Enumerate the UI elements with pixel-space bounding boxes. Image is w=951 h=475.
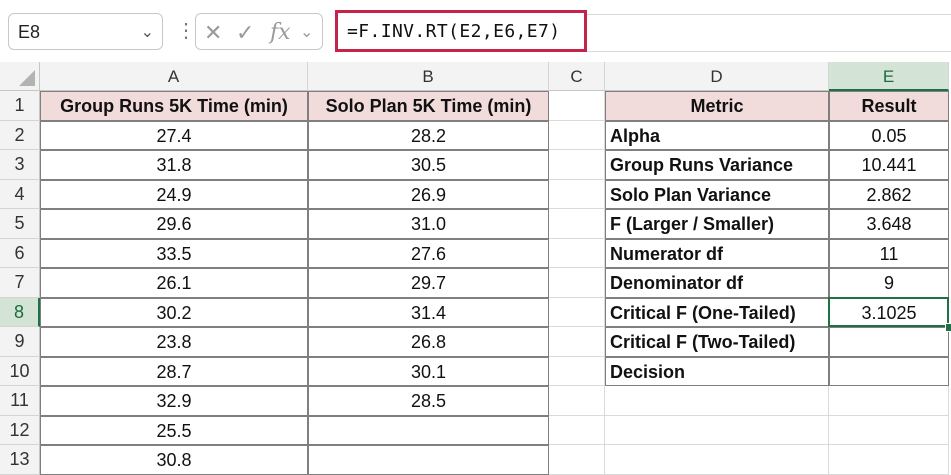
- row-header-7[interactable]: 7: [0, 268, 40, 298]
- formula-controls: ✕ ✓ fx ⌄: [195, 13, 323, 50]
- cell-metric[interactable]: Decision: [605, 356, 829, 386]
- cell-group-runs[interactable]: 30.8: [40, 445, 308, 475]
- row-header-10[interactable]: 10: [0, 356, 40, 386]
- cell-empty[interactable]: [549, 209, 605, 239]
- row-header-13[interactable]: 13: [0, 445, 40, 475]
- cell-empty[interactable]: [829, 415, 949, 445]
- row-header-6[interactable]: 6: [0, 238, 40, 268]
- cell-empty[interactable]: [549, 297, 605, 327]
- cell-solo-plan[interactable]: 26.8: [308, 327, 549, 357]
- formula-text: =F.INV.RT(E2,E6,E7): [347, 21, 561, 42]
- row-header-11[interactable]: 11: [0, 386, 40, 416]
- cell-empty[interactable]: [549, 445, 605, 475]
- cell-metric[interactable]: Numerator df: [605, 238, 829, 268]
- cell-empty[interactable]: [549, 120, 605, 150]
- formula-input-extension[interactable]: [587, 14, 951, 52]
- cell-empty[interactable]: [605, 386, 829, 416]
- cell-solo-plan[interactable]: [308, 415, 549, 445]
- row-header-4[interactable]: 4: [0, 179, 40, 209]
- cell-empty[interactable]: [605, 445, 829, 475]
- insert-function-icon[interactable]: fx: [270, 20, 291, 45]
- cell-result[interactable]: 11: [829, 238, 949, 268]
- cell-metric[interactable]: Denominator df: [605, 268, 829, 298]
- cell-solo-plan[interactable]: 26.9: [308, 179, 549, 209]
- cell-group-runs[interactable]: 26.1: [40, 268, 308, 298]
- cell-metric[interactable]: F (Larger / Smaller): [605, 209, 829, 239]
- chevron-down-icon[interactable]: ⌄: [141, 22, 154, 42]
- name-box[interactable]: E8 ⌄: [8, 13, 163, 50]
- cell-group-runs[interactable]: 27.4: [40, 120, 308, 150]
- cell-result[interactable]: 3.648: [829, 209, 949, 239]
- column-header-c[interactable]: C: [549, 62, 605, 91]
- cell-metric[interactable]: Critical F (Two-Tailed): [605, 327, 829, 357]
- cell-solo-plan[interactable]: [308, 445, 549, 475]
- more-options-icon[interactable]: ⋮: [176, 17, 196, 45]
- header-metric[interactable]: Metric: [605, 91, 829, 121]
- cell-result[interactable]: [829, 327, 949, 357]
- active-cell-selection[interactable]: [828, 296, 949, 327]
- header-result[interactable]: Result: [829, 91, 949, 121]
- fill-handle[interactable]: [945, 323, 951, 332]
- cell-empty[interactable]: [549, 327, 605, 357]
- cell-solo-plan[interactable]: 28.2: [308, 120, 549, 150]
- cell-solo-plan[interactable]: 31.0: [308, 209, 549, 239]
- name-box-value: E8: [18, 22, 41, 42]
- cell-empty[interactable]: [829, 445, 949, 475]
- cell-empty[interactable]: [829, 386, 949, 416]
- formula-input[interactable]: =F.INV.RT(E2,E6,E7): [335, 10, 587, 52]
- cancel-icon[interactable]: ✕: [204, 20, 222, 46]
- header-group-runs[interactable]: Group Runs 5K Time (min): [40, 91, 308, 121]
- cell-group-runs[interactable]: 24.9: [40, 179, 308, 209]
- cell-group-runs[interactable]: 29.6: [40, 209, 308, 239]
- cell-result[interactable]: 2.862: [829, 179, 949, 209]
- enter-icon[interactable]: ✓: [236, 20, 254, 46]
- cell-solo-plan[interactable]: 27.6: [308, 238, 549, 268]
- cell-solo-plan[interactable]: 31.4: [308, 297, 549, 327]
- row-header-12[interactable]: 12: [0, 415, 40, 445]
- cell-group-runs[interactable]: 25.5: [40, 415, 308, 445]
- cell-empty[interactable]: [605, 415, 829, 445]
- cell-metric[interactable]: Group Runs Variance: [605, 150, 829, 180]
- row-header-5[interactable]: 5: [0, 209, 40, 239]
- cell-empty[interactable]: [549, 356, 605, 386]
- row-header-8[interactable]: 8: [0, 297, 40, 327]
- header-solo-plan[interactable]: Solo Plan 5K Time (min): [308, 91, 549, 121]
- cell-result[interactable]: [829, 356, 949, 386]
- cell-empty[interactable]: [549, 91, 605, 121]
- cell-group-runs[interactable]: 32.9: [40, 386, 308, 416]
- row-header-9[interactable]: 9: [0, 327, 40, 357]
- cell-group-runs[interactable]: 23.8: [40, 327, 308, 357]
- cell-group-runs[interactable]: 31.8: [40, 150, 308, 180]
- column-header-e[interactable]: E: [829, 62, 949, 91]
- column-header-b[interactable]: B: [308, 62, 549, 91]
- formula-bar: E8 ⌄ ⋮ ✕ ✓ fx ⌄ =F.INV.RT(E2,E6,E7): [0, 0, 951, 62]
- column-header-d[interactable]: D: [605, 62, 829, 91]
- row-header-2[interactable]: 2: [0, 120, 40, 150]
- row-header-1[interactable]: 1: [0, 91, 40, 121]
- cell-empty[interactable]: [549, 386, 605, 416]
- cell-group-runs[interactable]: 28.7: [40, 356, 308, 386]
- cell-solo-plan[interactable]: 29.7: [308, 268, 549, 298]
- cell-result[interactable]: 0.05: [829, 120, 949, 150]
- cell-empty[interactable]: [549, 150, 605, 180]
- row-header-3[interactable]: 3: [0, 150, 40, 180]
- cell-solo-plan[interactable]: 30.5: [308, 150, 549, 180]
- chevron-down-icon[interactable]: ⌄: [300, 22, 313, 42]
- cell-metric[interactable]: Alpha: [605, 120, 829, 150]
- select-all-corner[interactable]: [0, 62, 40, 91]
- cell-empty[interactable]: [549, 268, 605, 298]
- cell-solo-plan[interactable]: 30.1: [308, 356, 549, 386]
- cell-group-runs[interactable]: 33.5: [40, 238, 308, 268]
- cell-empty[interactable]: [549, 179, 605, 209]
- cell-group-runs[interactable]: 30.2: [40, 297, 308, 327]
- cell-result[interactable]: 9: [829, 268, 949, 298]
- cell-metric[interactable]: Critical F (One-Tailed): [605, 297, 829, 327]
- column-header-a[interactable]: A: [40, 62, 308, 91]
- cell-empty[interactable]: [549, 415, 605, 445]
- cell-metric[interactable]: Solo Plan Variance: [605, 179, 829, 209]
- cell-empty[interactable]: [549, 238, 605, 268]
- cell-result[interactable]: 10.441: [829, 150, 949, 180]
- cell-solo-plan[interactable]: 28.5: [308, 386, 549, 416]
